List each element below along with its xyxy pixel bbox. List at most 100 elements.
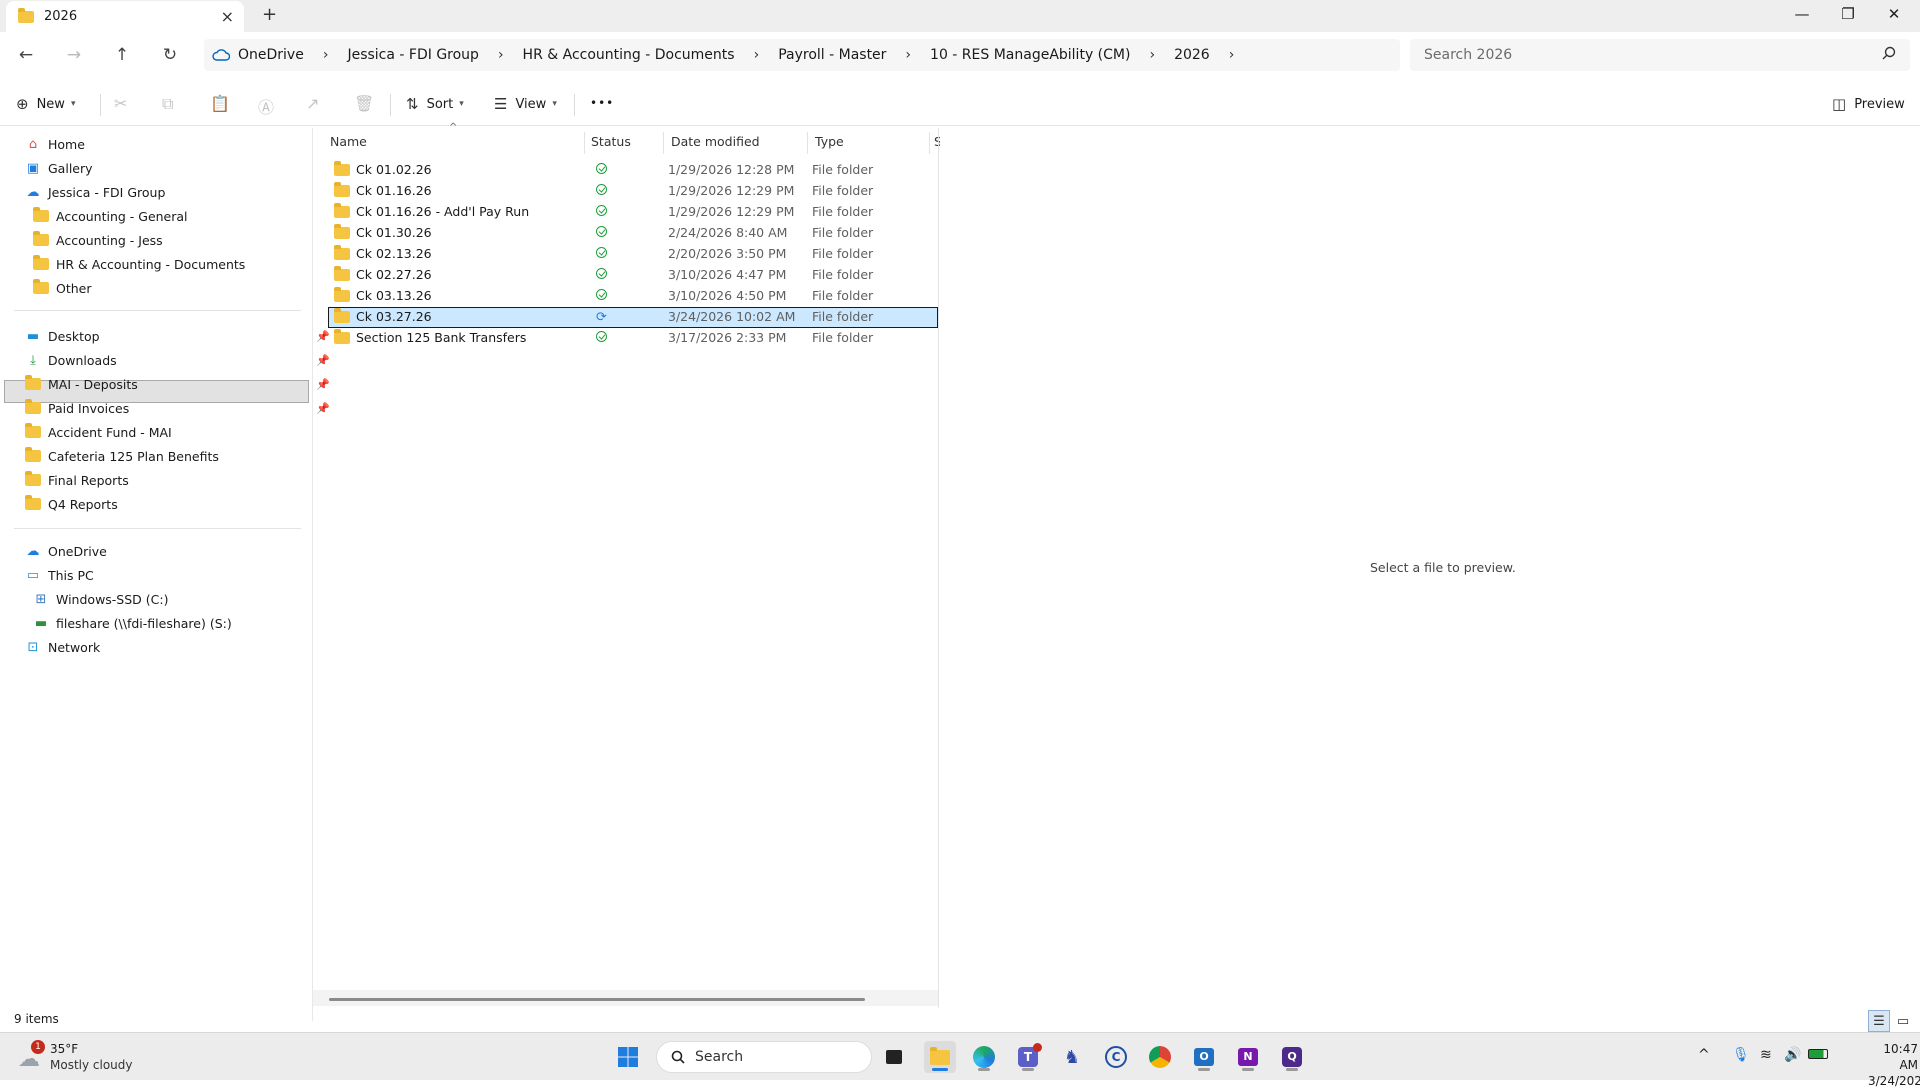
- microphone-icon[interactable]: 🎙: [1732, 1047, 1750, 1063]
- breadcrumb-jessica-fdi-group[interactable]: Jessica - FDI Group: [347, 47, 478, 63]
- teams-button[interactable]: T: [1012, 1041, 1044, 1073]
- paste-icon[interactable]: 📋: [210, 94, 230, 113]
- column-divider[interactable]: [584, 132, 585, 154]
- cut-icon[interactable]: ✂: [114, 94, 127, 113]
- table-row[interactable]: Ck 02.13.26 2/20/2026 3:50 PM File folde…: [328, 244, 938, 265]
- restore-icon[interactable]: ❐: [1836, 5, 1860, 23]
- sidebar-item-accounting-general[interactable]: Accounting - General: [32, 204, 188, 228]
- task-view-button[interactable]: [878, 1041, 910, 1073]
- sidebar-item-gallery[interactable]: ▣ Gallery: [24, 156, 93, 180]
- table-row[interactable]: Ck 02.27.26 3/10/2026 4:47 PM File folde…: [328, 265, 938, 286]
- table-row[interactable]: Ck 01.16.26 - Add'l Pay Run 1/29/2026 12…: [328, 202, 938, 223]
- sidebar-item-paid-invoices[interactable]: Paid Invoices 📌: [24, 396, 330, 420]
- table-row-selected[interactable]: Ck 03.27.26 ⟳ 3/24/2026 10:02 AM File fo…: [328, 307, 938, 328]
- details-view-icon[interactable]: ☰: [1868, 1010, 1890, 1032]
- sidebar-item-network[interactable]: ⊡ Network: [24, 635, 101, 659]
- window-close-icon[interactable]: ✕: [1882, 5, 1906, 23]
- status-synced-icon: [596, 331, 610, 345]
- column-header-size[interactable]: S: [934, 128, 940, 154]
- minimize-icon[interactable]: —: [1790, 5, 1814, 23]
- sidebar-item-accident-fund-mai[interactable]: Accident Fund - MAI: [24, 420, 172, 444]
- tiles-view-icon[interactable]: ▭: [1892, 1010, 1914, 1032]
- more-options-icon[interactable]: •••: [590, 96, 614, 110]
- clock[interactable]: 10:47 AM 3/24/2026: [1868, 1041, 1920, 1089]
- volume-icon[interactable]: 🔊: [1784, 1047, 1801, 1063]
- sidebar-item-final-reports[interactable]: Final Reports: [24, 468, 129, 492]
- sidebar-item-windows-ssd[interactable]: ⊞ Windows-SSD (C:): [32, 587, 169, 611]
- file-explorer-button[interactable]: [924, 1041, 956, 1073]
- column-header-name[interactable]: Name: [330, 128, 585, 154]
- column-header-type[interactable]: Type: [815, 128, 935, 154]
- sidebar-item-mai-deposits[interactable]: MAI - Deposits 📌: [24, 372, 330, 396]
- sidebar-item-desktop[interactable]: ▬ Desktop 📌: [24, 324, 330, 348]
- edge-button[interactable]: [968, 1041, 1000, 1073]
- delete-icon[interactable]: 🗑: [354, 94, 374, 113]
- sidebar-item-this-pc[interactable]: ▭ This PC: [24, 563, 94, 587]
- table-row[interactable]: Ck 01.30.26 2/24/2026 8:40 AM File folde…: [328, 223, 938, 244]
- scrollbar-thumb[interactable]: [329, 998, 865, 1001]
- chevron-right-icon[interactable]: ›: [1229, 47, 1235, 63]
- weather-widget[interactable]: ☁ 1 35°F Mostly cloudy: [16, 1040, 196, 1075]
- sidebar-item-other[interactable]: Other: [32, 276, 92, 300]
- outlook-button[interactable]: O: [1188, 1041, 1220, 1073]
- table-row[interactable]: Ck 03.13.26 3/10/2026 4:50 PM File folde…: [328, 286, 938, 307]
- sidebar-item-home[interactable]: ⌂ Home: [24, 132, 85, 156]
- onenote-button[interactable]: N: [1232, 1041, 1264, 1073]
- sidebar-item-q4-reports[interactable]: Q4 Reports: [24, 492, 118, 516]
- search-box[interactable]: Search 2026: [1410, 39, 1910, 71]
- chevron-up-icon[interactable]: ^: [1698, 1047, 1710, 1063]
- view-button[interactable]: ☰ View ▾: [494, 95, 557, 113]
- refresh-icon[interactable]: ↻: [158, 45, 182, 65]
- breadcrumb-hr-accounting-documents[interactable]: HR & Accounting - Documents: [523, 47, 735, 63]
- column-divider[interactable]: [663, 132, 664, 154]
- sidebar-item-downloads[interactable]: ⤓ Downloads 📌: [24, 348, 330, 372]
- sidebar-item-jessica-fdi-group[interactable]: ☁ Jessica - FDI Group: [24, 180, 166, 204]
- back-arrow-icon[interactable]: ←: [14, 45, 38, 65]
- column-divider[interactable]: [929, 132, 930, 154]
- column-header-status[interactable]: Status: [591, 128, 651, 154]
- sidebar-item-accounting-jess[interactable]: Accounting - Jess: [32, 228, 163, 252]
- chevron-right-icon[interactable]: ›: [498, 47, 504, 63]
- chevron-right-icon[interactable]: ›: [1149, 47, 1155, 63]
- start-button[interactable]: [612, 1041, 644, 1073]
- sidebar-item-hr-accounting-documents[interactable]: HR & Accounting - Documents: [32, 252, 245, 276]
- close-tab-icon[interactable]: ×: [221, 7, 234, 26]
- forward-arrow-icon[interactable]: →: [62, 45, 86, 65]
- new-tab-icon[interactable]: +: [262, 4, 277, 25]
- column-header-date-modified[interactable]: Date modified: [671, 128, 801, 154]
- new-button[interactable]: ⊕ New ▾: [16, 95, 75, 113]
- preview-button[interactable]: ◫ Preview: [1832, 95, 1905, 113]
- table-row[interactable]: Ck 01.16.26 1/29/2026 12:29 PM File fold…: [328, 181, 938, 202]
- battery-icon[interactable]: [1808, 1047, 1828, 1063]
- breadcrumb-2026[interactable]: 2026: [1174, 47, 1210, 63]
- breadcrumb-res-manageability[interactable]: 10 - RES ManageAbility (CM): [930, 47, 1130, 63]
- chevron-right-icon[interactable]: ›: [323, 47, 329, 63]
- sidebar-item-fileshare[interactable]: ▬ fileshare (\\fdi-fileshare) (S:): [32, 611, 232, 635]
- table-row[interactable]: Ck 01.02.26 1/29/2026 12:28 PM File fold…: [328, 160, 938, 181]
- breadcrumb-payroll-master[interactable]: Payroll - Master: [778, 47, 886, 63]
- chevron-right-icon[interactable]: ›: [754, 47, 760, 63]
- rename-icon[interactable]: Ⓐ: [258, 94, 274, 118]
- app-c-button[interactable]: C: [1100, 1041, 1132, 1073]
- taskbar-search[interactable]: Search: [656, 1041, 872, 1073]
- preview-pane-divider[interactable]: [938, 128, 939, 1008]
- app-button[interactable]: ♞: [1056, 1041, 1088, 1073]
- share-icon[interactable]: ↗: [306, 94, 319, 113]
- table-row[interactable]: Section 125 Bank Transfers 3/17/2026 2:3…: [328, 328, 938, 349]
- breadcrumb-onedrive[interactable]: OneDrive: [238, 47, 304, 63]
- up-arrow-icon[interactable]: ↑: [110, 45, 134, 65]
- sidebar-item-onedrive[interactable]: ☁ OneDrive: [24, 539, 107, 563]
- copy-icon[interactable]: ⧉: [162, 94, 173, 114]
- address-bar[interactable]: OneDrive › Jessica - FDI Group › HR & Ac…: [204, 39, 1400, 71]
- sort-button[interactable]: ⇅ Sort ▾: [406, 95, 464, 113]
- chrome-button[interactable]: [1144, 1041, 1176, 1073]
- app-q-button[interactable]: Q: [1276, 1041, 1308, 1073]
- chevron-right-icon[interactable]: ›: [905, 47, 911, 63]
- sidebar-item-cafeteria-125[interactable]: Cafeteria 125 Plan Benefits: [24, 444, 219, 468]
- column-divider[interactable]: [807, 132, 808, 154]
- tab-2026[interactable]: 2026 ×: [6, 1, 244, 32]
- search-icon[interactable]: [1882, 46, 1896, 60]
- status-synced-icon: [596, 268, 610, 282]
- horizontal-scrollbar[interactable]: [313, 990, 938, 1006]
- wifi-icon[interactable]: ≋: [1760, 1047, 1772, 1063]
